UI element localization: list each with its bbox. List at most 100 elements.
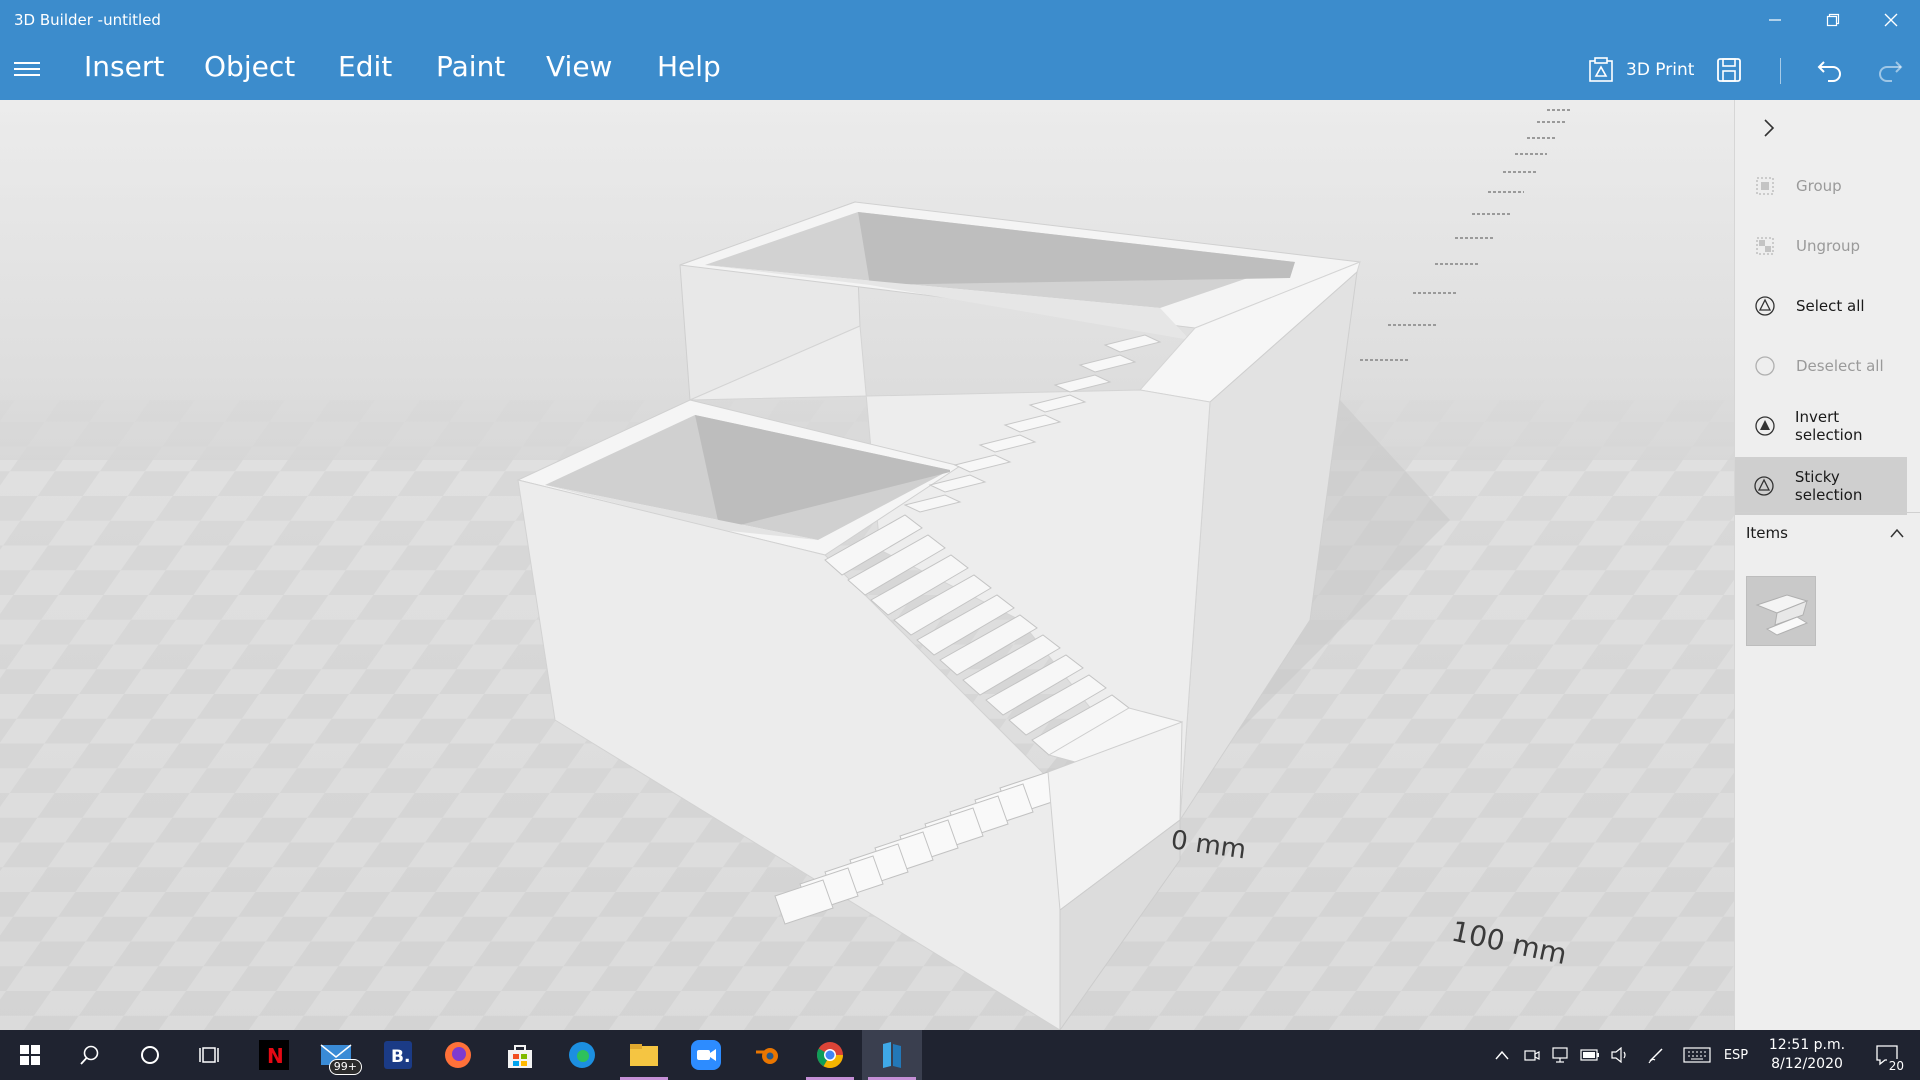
taskbar-store[interactable] [490, 1030, 550, 1080]
group-action[interactable]: Group [1735, 157, 1907, 215]
taskbar-netflix[interactable]: N [244, 1030, 304, 1080]
clock-time: 12:51 p.m. [1768, 1037, 1846, 1053]
hamburger-menu-icon[interactable] [14, 58, 40, 82]
sticky-selection-icon [1752, 473, 1777, 499]
invert-selection-action[interactable]: Invert selection [1735, 397, 1907, 455]
3d-print-button[interactable]: 3D Print [1588, 50, 1694, 90]
taskbar-firefox[interactable] [428, 1030, 488, 1080]
svg-text:B.: B. [391, 1047, 410, 1067]
tray-language[interactable]: ESP [1716, 1030, 1756, 1080]
search-button[interactable] [60, 1030, 120, 1080]
save-icon [1717, 58, 1741, 82]
task-view-icon [199, 1047, 219, 1063]
deselect-all-icon [1752, 353, 1778, 379]
save-button[interactable] [1716, 50, 1742, 90]
chevron-up-icon [1890, 528, 1904, 538]
battery-icon [1580, 1049, 1599, 1061]
keyboard-icon [1683, 1047, 1711, 1063]
show-hidden-icons-button[interactable] [1488, 1030, 1516, 1080]
folder-icon [630, 1044, 658, 1066]
taskbar-chrome[interactable] [800, 1030, 860, 1080]
scene-canvas[interactable]: 0 mm 100 mm [0, 100, 1734, 1030]
firefox-icon [445, 1042, 471, 1068]
taskbar-mail[interactable]: 99+ [306, 1030, 366, 1080]
menu-help[interactable]: Help [657, 50, 721, 83]
search-icon [80, 1045, 99, 1065]
item-thumbnail[interactable] [1746, 576, 1816, 646]
close-button[interactable] [1868, 0, 1914, 40]
menu-object[interactable]: Object [204, 50, 295, 83]
tray-meet-now[interactable] [1518, 1030, 1546, 1080]
tray-network[interactable] [1546, 1030, 1574, 1080]
windows-taskbar: N 99+ B. ESP 12:51 p.m. 8/12/2020 20 [0, 1030, 1920, 1080]
taskbar-edge[interactable] [552, 1030, 612, 1080]
group-icon [1752, 173, 1778, 199]
ungroup-action[interactable]: Ungroup [1735, 217, 1907, 275]
clock-date: 8/12/2020 [1771, 1056, 1843, 1072]
pen-icon [1648, 1048, 1663, 1064]
restore-button[interactable] [1810, 0, 1856, 40]
menu-edit[interactable]: Edit [338, 50, 392, 83]
tray-clock[interactable]: 12:51 p.m. 8/12/2020 [1762, 1036, 1852, 1074]
invert-selection-icon [1752, 413, 1777, 439]
chevron-up-icon [1495, 1050, 1509, 1060]
taskbar-blender[interactable] [738, 1030, 798, 1080]
sticky-selection-label: Sticky selection [1794, 468, 1863, 504]
ungroup-icon [1752, 233, 1778, 259]
blender-icon [756, 1048, 778, 1064]
select-all-action[interactable]: Select all [1735, 277, 1907, 335]
3d-print-icon [1589, 57, 1613, 82]
camera-icon [1524, 1050, 1540, 1061]
booking-icon: B. [384, 1041, 412, 1069]
taskbar-file-explorer[interactable] [614, 1030, 674, 1080]
deselect-all-action[interactable]: Deselect all [1735, 337, 1907, 395]
items-section-header[interactable]: Items [1735, 512, 1920, 552]
tray-touch-keyboard[interactable] [1680, 1030, 1714, 1080]
select-all-icon [1752, 293, 1778, 319]
group-label: Group [1796, 177, 1842, 195]
menu-paint[interactable]: Paint [436, 50, 505, 83]
redo-button[interactable] [1876, 50, 1904, 90]
collapse-panel-button[interactable] [1757, 116, 1781, 140]
start-button[interactable] [0, 1030, 60, 1080]
select-all-label: Select all [1796, 297, 1865, 315]
minimize-icon [1769, 19, 1781, 21]
mail-badge: 99+ [328, 1059, 362, 1075]
chrome-icon [816, 1042, 843, 1068]
ungroup-label: Ungroup [1796, 237, 1861, 255]
action-center-button[interactable]: 20 [1862, 1030, 1912, 1080]
sticky-selection-action[interactable]: Sticky selection [1735, 457, 1907, 515]
3d-builder-icon [883, 1042, 901, 1068]
windows-start-icon [20, 1045, 40, 1065]
minimize-button[interactable] [1752, 0, 1798, 40]
svg-text:N: N [267, 1044, 284, 1068]
selection-panel: Group Ungroup Select all Deselect all In… [1734, 100, 1920, 1030]
volume-icon [1611, 1047, 1626, 1063]
tray-battery[interactable] [1576, 1030, 1604, 1080]
tray-volume[interactable] [1606, 1030, 1634, 1080]
taskbar-zoom[interactable] [676, 1030, 736, 1080]
network-icon [1552, 1047, 1568, 1063]
tray-pen[interactable] [1642, 1030, 1670, 1080]
invert-selection-label: Invert selection [1795, 408, 1863, 444]
toolbar-divider [1780, 58, 1781, 84]
undo-icon [1817, 61, 1841, 82]
store-icon [508, 1045, 532, 1068]
taskbar-booking[interactable]: B. [368, 1030, 428, 1080]
cortana-button[interactable] [120, 1030, 180, 1080]
3d-viewport[interactable]: 0 mm 100 mm [0, 100, 1734, 1030]
menu-insert[interactable]: Insert [84, 50, 164, 83]
task-view-button[interactable] [180, 1030, 240, 1080]
undo-button[interactable] [1816, 50, 1844, 90]
redo-icon [1879, 61, 1903, 82]
netflix-icon: N [259, 1040, 289, 1070]
items-label: Items [1746, 524, 1788, 542]
menu-view[interactable]: View [546, 50, 612, 83]
cortana-icon [141, 1046, 159, 1064]
taskbar-3d-builder[interactable] [862, 1030, 922, 1080]
title-bar: 3D Builder -untitled [0, 0, 1920, 40]
edge-icon [569, 1042, 595, 1068]
close-icon [1884, 13, 1898, 27]
notification-count: 20 [1886, 1059, 1906, 1073]
3d-print-label: 3D Print [1626, 60, 1695, 80]
